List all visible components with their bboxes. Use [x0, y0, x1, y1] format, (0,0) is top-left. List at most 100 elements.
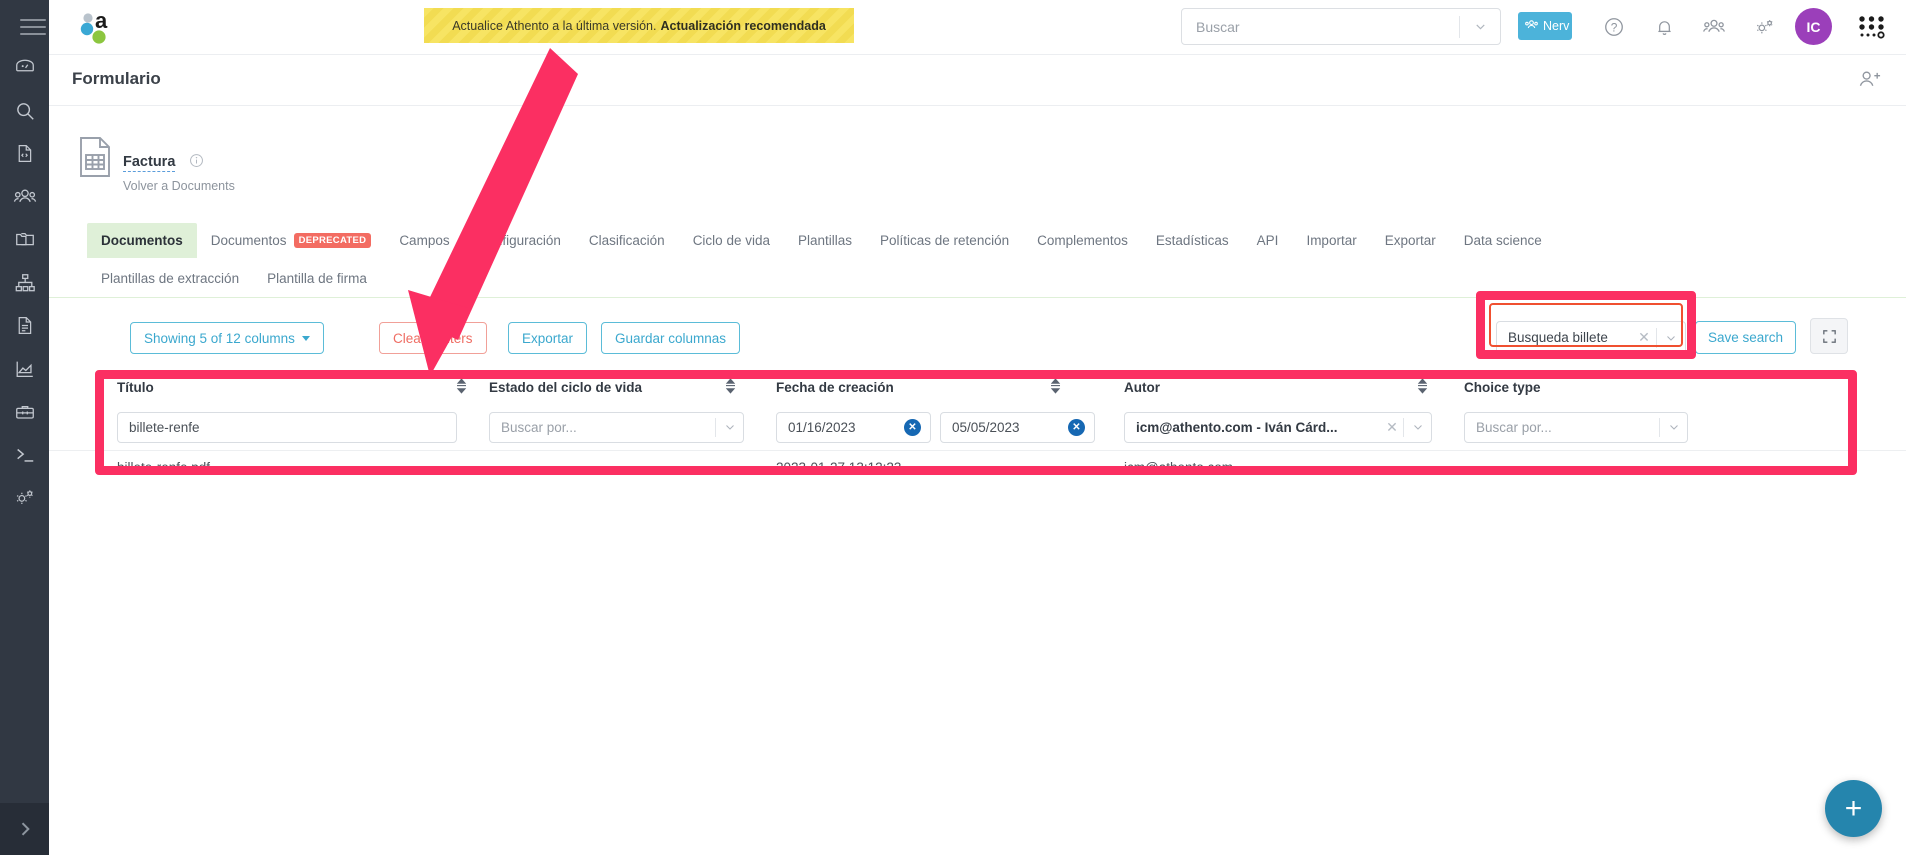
notifications-bell-icon[interactable] [1645, 8, 1683, 46]
export-button[interactable]: Exportar [508, 322, 587, 354]
document-name[interactable]: Factura [123, 154, 175, 172]
sort-arrows-icon[interactable] [1050, 378, 1061, 397]
autor-filter-select[interactable]: icm@athento.com - Iván Cárd... ✕ [1124, 412, 1432, 443]
tab-ciclo-de-vida[interactable]: Ciclo de vida [679, 223, 784, 258]
sidebar-item-dashboard[interactable] [0, 46, 49, 89]
documents-table: Título Estado del ciclo de vida Fecha de… [49, 370, 1906, 484]
tab-configuracion[interactable]: Configuración [464, 223, 575, 258]
estado-filter-select[interactable]: Buscar por... [489, 412, 744, 443]
left-sidebar-rail [0, 0, 49, 855]
tab-data-science[interactable]: Data science [1450, 223, 1556, 258]
fecha-from-value: 01/16/2023 [777, 420, 904, 435]
tabs-container: Documentos Documentos DEPRECATED Campos … [49, 220, 1906, 298]
cell-fecha: 2023-01-27 13:12:23 [776, 460, 1124, 475]
hamburger-menu-icon[interactable] [20, 14, 48, 40]
sidebar-item-settings[interactable] [0, 476, 49, 519]
tab-clasificacion[interactable]: Clasificación [575, 223, 679, 258]
table-header-row: Título Estado del ciclo de vida Fecha de… [49, 370, 1906, 404]
tab-label: Ciclo de vida [693, 233, 770, 248]
sort-arrows-icon[interactable] [456, 378, 467, 397]
save-columns-label: Guardar columnas [615, 331, 726, 346]
column-header-label: Estado del ciclo de vida [489, 380, 642, 395]
fullscreen-expand-icon[interactable] [1810, 318, 1848, 354]
spreadsheet-document-icon [78, 136, 112, 183]
titulo-filter-input[interactable]: billete-renfe [117, 412, 457, 443]
autor-filter-value: icm@athento.com - Iván Cárd... [1125, 420, 1381, 435]
sidebar-item-terminal[interactable] [0, 433, 49, 476]
tab-label: Campos [399, 233, 449, 248]
column-header-label: Título [117, 380, 154, 395]
sidebar-item-sitemap[interactable] [0, 261, 49, 304]
sidebar-item-folders[interactable] [0, 218, 49, 261]
sort-arrows-icon[interactable] [1417, 378, 1428, 397]
avatar-initials: IC [1807, 19, 1821, 35]
chevron-down-icon[interactable] [1460, 19, 1500, 34]
sort-arrows-icon[interactable] [725, 378, 736, 397]
chevron-down-icon[interactable] [1657, 331, 1685, 345]
tab-documentos[interactable]: Documentos [87, 223, 197, 258]
table-row[interactable]: billete-renfe.pdf 2023-01-27 13:12:23 ic… [49, 450, 1906, 484]
athento-logo-icon[interactable]: a [78, 6, 124, 48]
help-icon[interactable]: ? [1595, 8, 1633, 46]
close-x-icon[interactable]: ✕ [1381, 419, 1403, 436]
tab-plantillas[interactable]: Plantillas [784, 223, 866, 258]
global-search-input[interactable]: Buscar [1181, 8, 1501, 45]
sidebar-item-documents[interactable] [0, 304, 49, 347]
settings-gears-icon[interactable] [1745, 8, 1783, 46]
sidebar-item-users[interactable] [0, 175, 49, 218]
chevron-down-icon[interactable] [716, 420, 743, 434]
save-columns-button[interactable]: Guardar columnas [601, 322, 740, 354]
info-circle-icon[interactable] [189, 153, 204, 173]
columns-selector-button[interactable]: Showing 5 of 12 columns [130, 322, 324, 354]
choice-type-filter-select[interactable]: Buscar por... [1464, 412, 1688, 443]
filter-cell-fecha: 01/16/2023 ✕ 05/05/2023 ✕ [776, 412, 1124, 443]
fecha-to-input[interactable]: 05/05/2023 ✕ [940, 412, 1095, 443]
sidebar-item-reports[interactable] [0, 347, 49, 390]
close-x-icon[interactable]: ✕ [1632, 329, 1656, 346]
clear-date-from-icon[interactable]: ✕ [904, 419, 921, 436]
sidebar-item-search[interactable] [0, 89, 49, 132]
save-search-label: Save search [1708, 330, 1783, 345]
tab-complementos[interactable]: Complementos [1023, 223, 1142, 258]
tab-api[interactable]: API [1243, 223, 1293, 258]
back-to-documents-link[interactable]: Volver a Documents [123, 179, 235, 193]
nerv-button[interactable]: Nerv [1518, 12, 1572, 40]
chevron-down-icon[interactable] [1404, 420, 1431, 434]
filter-cell-titulo: billete-renfe [117, 412, 489, 443]
sidebar-expand-button[interactable] [0, 803, 49, 855]
clear-date-to-icon[interactable]: ✕ [1068, 419, 1085, 436]
tab-politicas-de-retencion[interactable]: Políticas de retención [866, 223, 1023, 258]
tab-documentos-deprecated[interactable]: Documentos DEPRECATED [197, 223, 386, 258]
save-search-button[interactable]: Save search [1695, 321, 1796, 354]
saved-search-select[interactable]: Busqueda billete ✕ [1496, 321, 1686, 354]
add-document-fab[interactable]: + [1825, 780, 1882, 837]
saved-search-value: Busqueda billete [1497, 330, 1632, 345]
cell-autor: icm@athento.com [1124, 460, 1464, 475]
tab-plantillas-de-extraccion[interactable]: Plantillas de extracción [87, 261, 253, 296]
nerv-button-label: Nerv [1543, 19, 1569, 33]
sidebar-item-toolbox[interactable] [0, 390, 49, 433]
tab-label: Estadísticas [1156, 233, 1229, 248]
column-header-fecha-creacion: Fecha de creación [776, 370, 1124, 395]
tab-label: Documentos [101, 233, 183, 248]
tab-label: Plantilla de firma [267, 271, 367, 286]
tab-exportar[interactable]: Exportar [1371, 223, 1450, 258]
tab-importar[interactable]: Importar [1292, 223, 1370, 258]
people-icon[interactable] [1695, 8, 1733, 46]
manage-people-icon[interactable] [1857, 67, 1882, 96]
notice-text: Actualice Athento a la última versión. [452, 19, 656, 33]
tab-estadisticas[interactable]: Estadísticas [1142, 223, 1243, 258]
tab-label: Clasificación [589, 233, 665, 248]
avatar[interactable]: IC [1795, 8, 1832, 45]
clear-filters-button[interactable]: Clear 3 filters [379, 322, 487, 354]
fecha-from-input[interactable]: 01/16/2023 ✕ [776, 412, 931, 443]
tab-plantilla-de-firma[interactable]: Plantilla de firma [253, 261, 381, 296]
sidebar-item-code-document[interactable] [0, 132, 49, 175]
notice-link[interactable]: Actualización recomendada [660, 19, 825, 33]
chevron-down-icon[interactable] [1660, 420, 1687, 434]
apps-grid-icon[interactable] [1855, 12, 1888, 42]
tabs-row-primary: Documentos Documentos DEPRECATED Campos … [49, 220, 1906, 260]
tab-label: Documentos [211, 233, 287, 248]
tab-label: Data science [1464, 233, 1542, 248]
tab-campos[interactable]: Campos [385, 223, 463, 258]
